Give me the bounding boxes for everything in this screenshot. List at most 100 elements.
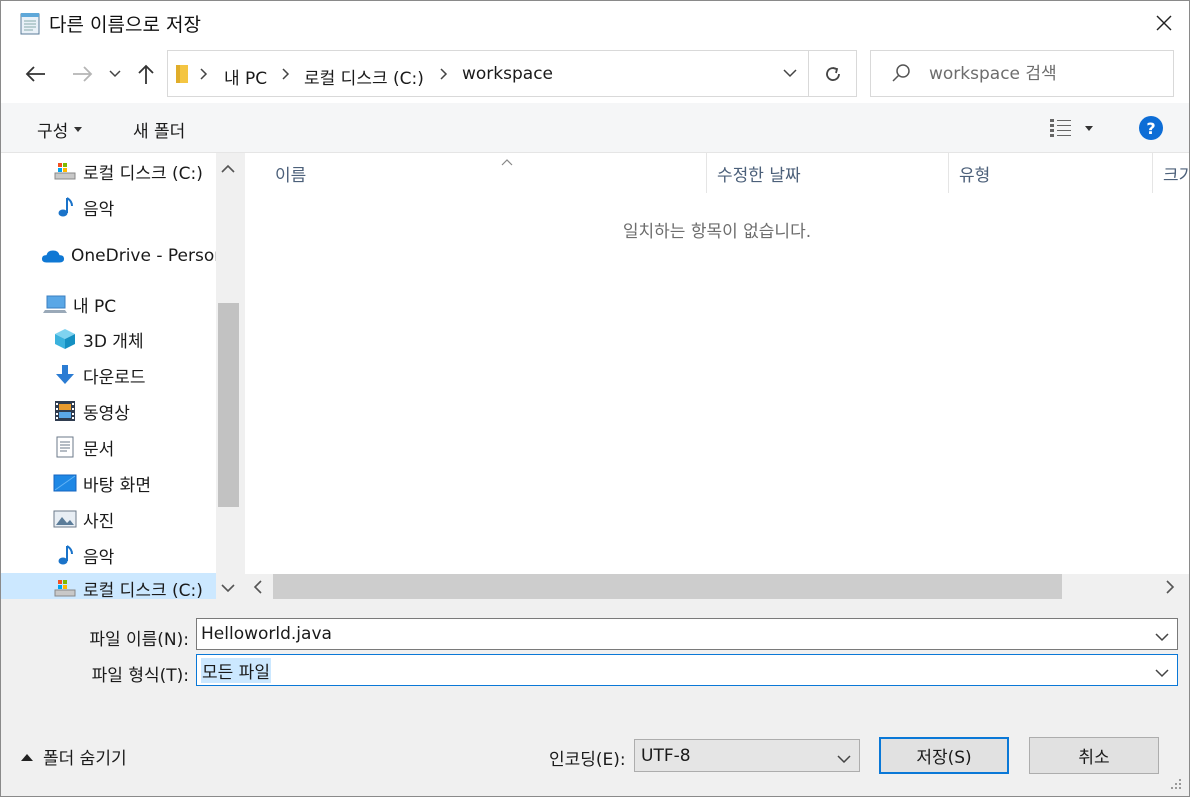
- change-view-button[interactable]: [1049, 115, 1099, 141]
- sidebar-item-music[interactable]: 음악: [53, 539, 114, 571]
- scroll-left-icon[interactable]: [253, 579, 263, 599]
- chevron-down-icon[interactable]: [1155, 663, 1169, 683]
- recent-dropdown-icon: [109, 70, 121, 78]
- sidebar-item-label: 다운로드: [83, 367, 146, 388]
- sidebar-item-pictures[interactable]: 사진: [53, 503, 114, 535]
- sidebar-item-label: 음악: [83, 547, 115, 568]
- empty-folder-message: 일치하는 항목이 없습니다.: [622, 222, 812, 242]
- caret-down-icon: [74, 127, 83, 132]
- refresh-icon: [825, 66, 840, 81]
- column-label: 수정한 날짜: [717, 165, 801, 186]
- column-label: 크기: [1163, 165, 1189, 186]
- sidebar-item-local-disk-top[interactable]: 로컬 디스크 (C:): [53, 155, 203, 187]
- forward-arrow-icon: [73, 66, 93, 82]
- organize-label: 구성: [37, 122, 69, 142]
- save-button[interactable]: 저장(S): [879, 737, 1009, 774]
- cube-icon: [53, 327, 77, 351]
- sidebar-item-music-top[interactable]: 음악: [53, 191, 114, 223]
- sidebar-item-label: 내 PC: [73, 296, 117, 317]
- up-arrow-icon: [138, 64, 154, 84]
- sidebar-item-label: 로컬 디스크 (C:): [83, 580, 203, 600]
- search-icon: [891, 63, 911, 87]
- chevron-down-icon[interactable]: [1155, 627, 1169, 647]
- horizontal-scroll-thumb[interactable]: [273, 574, 1062, 599]
- close-icon: [1156, 15, 1172, 31]
- back-arrow-icon: [25, 66, 45, 82]
- file-list: 이름 수정한 날짜 유형 크기 일치하는 항목이 없습니다.: [245, 153, 1189, 599]
- breadcrumb-local-disk[interactable]: 로컬 디스크 (C:): [304, 64, 424, 89]
- breadcrumb-my-pc[interactable]: 내 PC: [224, 64, 267, 89]
- column-header-date-modified[interactable]: 수정한 날짜: [707, 153, 949, 193]
- column-header-name[interactable]: 이름: [265, 153, 707, 193]
- drive-icon: [53, 576, 77, 599]
- sidebar-item-label: 바탕 화면: [83, 475, 151, 496]
- search-input[interactable]: [929, 51, 1169, 96]
- sidebar-item-label: OneDrive - Persor: [71, 246, 222, 266]
- up-button[interactable]: [131, 59, 161, 89]
- horizontal-scrollbar[interactable]: [245, 574, 1189, 599]
- encoding-select[interactable]: UTF-8: [634, 739, 860, 772]
- music-icon: [53, 543, 77, 567]
- sidebar-item-downloads[interactable]: 다운로드: [53, 359, 146, 391]
- column-header-size[interactable]: 크기: [1153, 153, 1189, 193]
- search-box[interactable]: [870, 50, 1174, 97]
- refresh-button[interactable]: [808, 51, 856, 96]
- filetype-select[interactable]: 모든 파일: [196, 654, 1178, 686]
- sidebar-scroll-thumb[interactable]: [218, 303, 239, 507]
- music-icon: [53, 195, 77, 219]
- forward-button[interactable]: [67, 59, 97, 89]
- filename-field[interactable]: Helloworld.java: [196, 618, 1178, 650]
- scroll-down-icon[interactable]: [220, 578, 236, 597]
- address-history-button[interactable]: [772, 51, 808, 96]
- column-header-type[interactable]: 유형: [949, 153, 1153, 193]
- close-button[interactable]: [1139, 1, 1189, 45]
- filename-value: Helloworld.java: [201, 624, 332, 644]
- column-label: 이름: [275, 165, 307, 186]
- scroll-right-icon[interactable]: [1165, 579, 1175, 599]
- sidebar-item-documents[interactable]: 문서: [53, 431, 114, 463]
- sort-ascending-icon: [501, 151, 513, 171]
- hide-folders-button[interactable]: 폴더 숨기기: [21, 744, 127, 769]
- scroll-up-icon[interactable]: [220, 159, 236, 178]
- sidebar-item-onedrive[interactable]: OneDrive - Persor: [41, 240, 221, 272]
- sidebar-item-my-pc[interactable]: 내 PC: [43, 288, 116, 320]
- chevron-down-icon: [837, 749, 851, 769]
- new-folder-button[interactable]: 새 폴더: [133, 117, 185, 142]
- cloud-icon: [41, 244, 65, 268]
- breadcrumb-workspace[interactable]: workspace: [462, 64, 553, 84]
- chevron-up-icon: [21, 753, 33, 761]
- desktop-icon: [53, 471, 77, 495]
- window-title: 다른 이름으로 저장: [49, 14, 201, 36]
- title-bar: 다른 이름으로 저장: [1, 1, 1189, 45]
- details-view-icon: [1050, 119, 1071, 137]
- recent-locations-button[interactable]: [103, 59, 127, 89]
- cancel-button[interactable]: 취소: [1029, 737, 1159, 774]
- sidebar-item-label: 문서: [83, 439, 115, 460]
- picture-icon: [53, 507, 77, 531]
- address-bar[interactable]: 내 PC 로컬 디스크 (C:) workspace: [167, 50, 857, 97]
- encoding-label: 인코딩(E):: [549, 750, 626, 770]
- sidebar-scrollbar[interactable]: [216, 153, 241, 599]
- organize-button[interactable]: 구성: [37, 117, 83, 142]
- sidebar-item-label: 음악: [83, 199, 115, 220]
- video-icon: [53, 399, 77, 423]
- save-as-dialog: 다른 이름으로 저장 내 PC 로컬 디스크 (C:) workspace wo…: [0, 0, 1190, 797]
- encoding-value: UTF-8: [641, 745, 691, 766]
- sidebar-item-local-disk[interactable]: 로컬 디스크 (C:): [1, 573, 216, 599]
- command-bar: 구성 새 폴더 ?: [1, 103, 1189, 153]
- sidebar-item-videos[interactable]: 동영상: [53, 395, 130, 427]
- filetype-label: 파일 형식(T):: [91, 666, 189, 686]
- sidebar-item-label: 사진: [83, 511, 115, 532]
- computer-icon: [43, 292, 67, 316]
- filename-label: 파일 이름(N):: [89, 630, 189, 650]
- sidebar-item-3d-objects[interactable]: 3D 개체: [53, 323, 144, 355]
- resize-grip-icon[interactable]: [1169, 776, 1183, 795]
- sidebar-item-label: 3D 개체: [83, 331, 144, 352]
- document-icon: [53, 435, 77, 459]
- chevron-down-icon: [783, 69, 797, 78]
- help-button[interactable]: ?: [1139, 116, 1163, 140]
- sidebar-item-desktop[interactable]: 바탕 화면: [53, 467, 151, 499]
- sidebar-item-label: 동영상: [83, 403, 130, 424]
- back-button[interactable]: [21, 59, 51, 89]
- folder-icon: [174, 63, 190, 89]
